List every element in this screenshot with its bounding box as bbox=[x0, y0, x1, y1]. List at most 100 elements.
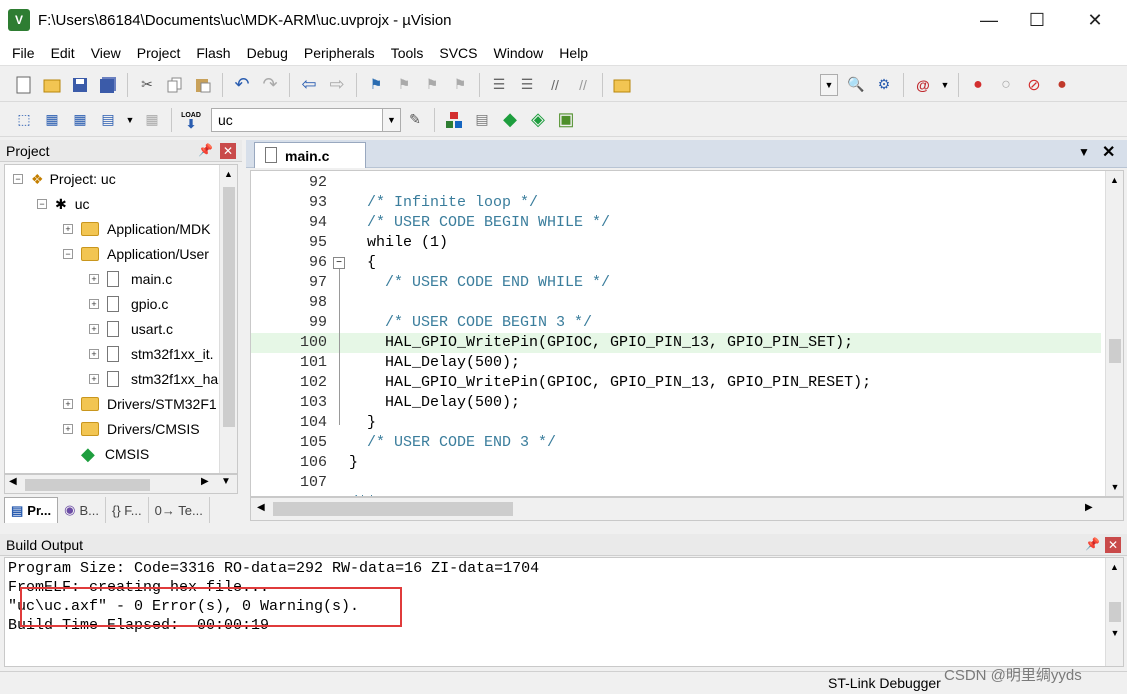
fold-collapse-icon[interactable]: − bbox=[333, 257, 345, 269]
save-icon[interactable] bbox=[69, 74, 91, 96]
download-load-icon[interactable]: LOAD ⬇ bbox=[180, 109, 202, 131]
expand-icon[interactable]: + bbox=[89, 324, 99, 334]
tree-item-folder[interactable]: + Drivers/CMSIS bbox=[63, 417, 200, 441]
new-file-icon[interactable] bbox=[13, 74, 35, 96]
scroll-down-arrow[interactable]: ▼ bbox=[221, 476, 231, 487]
disable-breakpoints-icon[interactable]: ⊘ bbox=[1023, 74, 1045, 96]
tab-books[interactable]: ◉ B... bbox=[58, 497, 107, 523]
build-icon[interactable]: ▦ bbox=[41, 109, 63, 131]
navigate-forward-icon[interactable]: ⇨ bbox=[326, 74, 348, 96]
scroll-up-arrow[interactable]: ▲ bbox=[220, 165, 237, 183]
menu-flash[interactable]: Flash bbox=[188, 45, 238, 61]
manage-rte-icon[interactable]: ◆ bbox=[499, 109, 521, 131]
close-button[interactable]: ✕ bbox=[1072, 0, 1118, 40]
scroll-thumb[interactable] bbox=[223, 187, 235, 427]
target-dropdown-arrow[interactable]: ▼ bbox=[382, 108, 400, 131]
translate-icon[interactable]: ⬚ bbox=[13, 109, 35, 131]
prev-bookmark-icon[interactable]: ⚑ bbox=[393, 74, 415, 96]
scroll-down-arrow[interactable]: ▼ bbox=[1106, 624, 1123, 642]
menu-help[interactable]: Help bbox=[551, 45, 596, 61]
expand-icon[interactable]: + bbox=[63, 424, 73, 434]
stop-build-icon[interactable]: ▦ bbox=[141, 109, 163, 131]
tree-item-folder[interactable]: + Application/MDK bbox=[63, 217, 211, 241]
unindent-icon[interactable]: ☰ bbox=[516, 74, 538, 96]
close-panel-icon[interactable]: ✕ bbox=[220, 143, 236, 159]
editor-horizontal-scrollbar[interactable]: ◀ ▶ bbox=[250, 497, 1124, 521]
close-editor-icon[interactable]: ✕ bbox=[1102, 142, 1115, 162]
redo-icon[interactable]: ↷ bbox=[259, 74, 281, 96]
indent-icon[interactable]: ☰ bbox=[488, 74, 510, 96]
collapse-icon[interactable]: − bbox=[37, 199, 47, 209]
tab-templates[interactable]: 0→ Te... bbox=[149, 497, 210, 523]
code-editor[interactable]: 92 93 /* Infinite loop */94 /* USER CODE … bbox=[250, 170, 1124, 497]
navigate-back-icon[interactable]: ⇦ bbox=[298, 74, 320, 96]
undo-icon[interactable]: ↶ bbox=[231, 74, 253, 96]
menu-view[interactable]: View bbox=[83, 45, 129, 61]
rebuild-icon[interactable]: ▦ bbox=[69, 109, 91, 131]
collapse-icon[interactable]: − bbox=[63, 249, 73, 259]
tab-project[interactable]: ▤ Pr... bbox=[4, 497, 59, 523]
enable-breakpoint-icon[interactable]: ○ bbox=[995, 74, 1017, 96]
minimize-button[interactable]: — bbox=[966, 0, 1012, 40]
tree-item-component[interactable]: ◆ CMSIS bbox=[81, 442, 149, 466]
scroll-left-arrow[interactable]: ◀ bbox=[9, 476, 17, 487]
insert-breakpoint-icon[interactable]: ● bbox=[967, 74, 989, 96]
expand-icon[interactable]: + bbox=[63, 399, 73, 409]
tree-item-file[interactable]: + usart.c bbox=[89, 317, 173, 341]
find-dropdown-arrow[interactable]: ▼ bbox=[820, 73, 838, 96]
expand-icon[interactable]: + bbox=[89, 274, 99, 284]
output-vertical-scrollbar[interactable]: ▲ ▼ bbox=[1105, 558, 1123, 666]
comment-icon[interactable]: // bbox=[544, 74, 566, 96]
menu-window[interactable]: Window bbox=[486, 45, 552, 61]
select-packs-icon[interactable]: ▤ bbox=[471, 109, 493, 131]
scroll-right-arrow[interactable]: ▶ bbox=[201, 476, 209, 487]
clear-bookmarks-icon[interactable]: ⚑ bbox=[449, 74, 471, 96]
collapse-icon[interactable]: − bbox=[13, 174, 23, 184]
tree-item-folder[interactable]: − Application/User bbox=[63, 242, 209, 266]
menu-tools[interactable]: Tools bbox=[383, 45, 432, 61]
find-in-files-icon[interactable] bbox=[611, 74, 633, 96]
copy-icon[interactable] bbox=[164, 74, 186, 96]
uncomment-icon[interactable]: // bbox=[572, 74, 594, 96]
paste-icon[interactable] bbox=[192, 74, 214, 96]
bookmark-icon[interactable]: ⚑ bbox=[365, 74, 387, 96]
incremental-find-icon[interactable]: 🔍 bbox=[845, 74, 867, 96]
cut-icon[interactable]: ✂ bbox=[136, 74, 158, 96]
scroll-up-arrow[interactable]: ▲ bbox=[1106, 558, 1123, 576]
pack-installer-icon[interactable]: ◈ bbox=[527, 109, 549, 131]
scroll-thumb[interactable] bbox=[25, 479, 150, 491]
project-horizontal-scrollbar[interactable]: ◀ ▶ ▼ bbox=[4, 474, 238, 494]
device-database-icon[interactable]: ▣ bbox=[555, 109, 577, 131]
batch-dropdown-icon[interactable]: ▼ bbox=[125, 109, 135, 131]
menu-debug[interactable]: Debug bbox=[239, 45, 296, 61]
open-folder-icon[interactable] bbox=[41, 74, 63, 96]
scroll-down-arrow[interactable]: ▼ bbox=[1106, 478, 1123, 496]
expand-icon[interactable]: + bbox=[89, 299, 99, 309]
scroll-right-arrow[interactable]: ▶ bbox=[1085, 502, 1093, 513]
scroll-thumb[interactable] bbox=[1109, 339, 1121, 363]
menu-project[interactable]: Project bbox=[129, 45, 189, 61]
maximize-button[interactable]: ☐ bbox=[1014, 0, 1060, 40]
scroll-thumb[interactable] bbox=[273, 502, 513, 516]
tree-item-target[interactable]: − ✱ uc bbox=[37, 192, 90, 216]
debug-session-icon[interactable]: ⚙ bbox=[873, 74, 895, 96]
menu-svcs[interactable]: SVCS bbox=[431, 45, 485, 61]
tab-main-c[interactable]: main.c bbox=[254, 142, 366, 168]
pin-icon[interactable]: 📌 bbox=[1085, 537, 1100, 551]
next-bookmark-icon[interactable]: ⚑ bbox=[421, 74, 443, 96]
tree-item-file[interactable]: + stm32f1xx_it. bbox=[89, 342, 213, 366]
tree-item-file[interactable]: + gpio.c bbox=[89, 292, 168, 316]
expand-icon[interactable]: + bbox=[89, 374, 99, 384]
expand-icon[interactable]: + bbox=[89, 349, 99, 359]
tree-item-folder[interactable]: + Drivers/STM32F1 bbox=[63, 392, 217, 416]
project-vertical-scrollbar[interactable]: ▲ bbox=[219, 165, 237, 473]
target-select[interactable]: uc ▼ bbox=[211, 107, 401, 132]
menu-edit[interactable]: Edit bbox=[43, 45, 83, 61]
pin-icon[interactable]: 📌 bbox=[198, 143, 213, 157]
tab-list-dropdown-icon[interactable]: ▼ bbox=[1078, 145, 1090, 159]
tab-functions[interactable]: {} F... bbox=[106, 497, 149, 523]
tree-item-file[interactable]: + main.c bbox=[89, 267, 172, 291]
batch-build-icon[interactable]: ▤ bbox=[97, 109, 119, 131]
scroll-up-arrow[interactable]: ▲ bbox=[1106, 171, 1123, 189]
menu-peripherals[interactable]: Peripherals bbox=[296, 45, 383, 61]
